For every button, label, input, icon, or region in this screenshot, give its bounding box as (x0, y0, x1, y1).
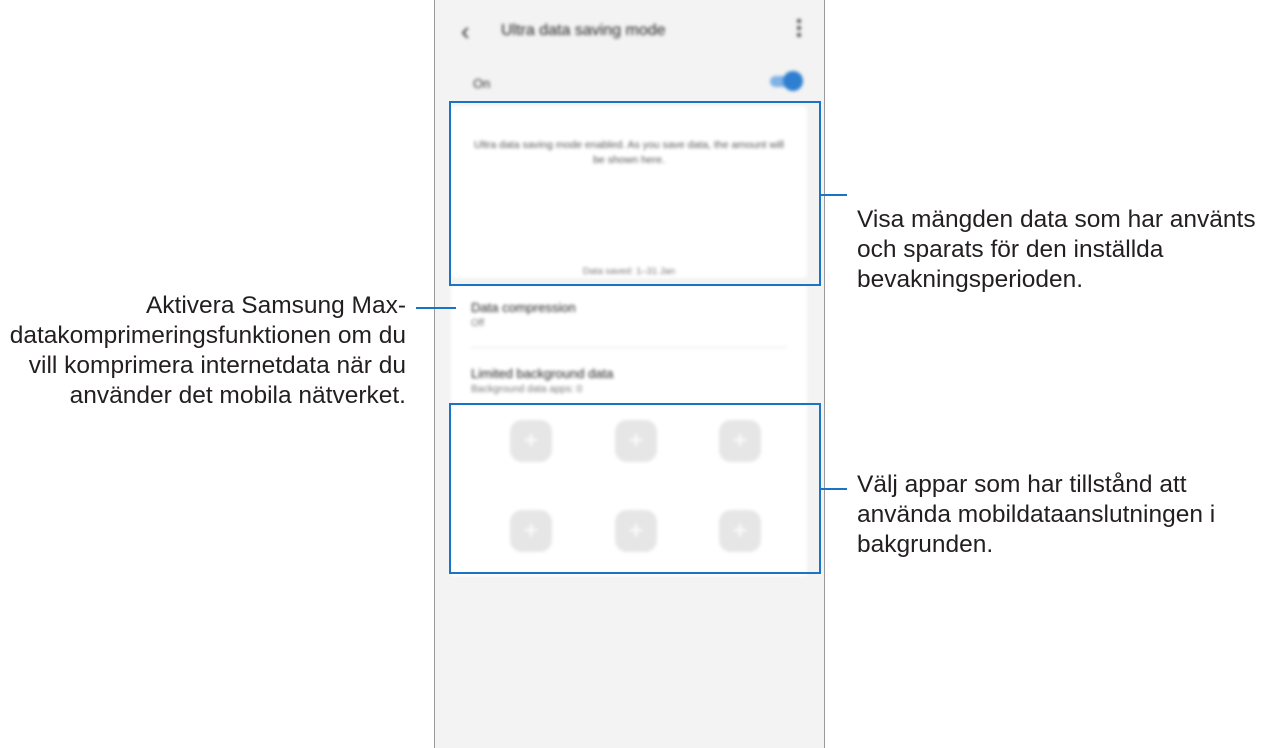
app-bar: ‹ Ultra data saving mode (435, 0, 824, 64)
divider (471, 347, 787, 348)
setting-title: Data compression (471, 300, 576, 315)
leader-line-data (821, 194, 847, 196)
setting-subtitle: Background data apps: 0 (471, 384, 583, 395)
highlight-apps-grid (449, 403, 821, 574)
switch-label: On (473, 76, 491, 91)
callout-compression: Aktivera Samsung Max-datakomprimeringsfu… (9, 292, 406, 409)
highlight-data-card (449, 101, 821, 286)
callout-data-amount: Visa mängden data som har använts och sp… (857, 206, 1256, 293)
ultra-data-saving-toggle[interactable] (770, 70, 803, 92)
setting-subtitle: Off (471, 318, 485, 329)
setting-limited-background-data[interactable]: Limited background data Background data … (451, 352, 807, 410)
master-switch-row[interactable]: On (435, 64, 824, 102)
leader-line-compression (416, 307, 456, 309)
callout-background-apps: Välj appar som har tillstånd att använda… (857, 471, 1216, 558)
page-title: Ultra data saving mode (501, 22, 666, 39)
leader-line-apps (821, 488, 847, 490)
setting-data-compression[interactable]: Data compression Off (451, 286, 807, 344)
more-options-icon[interactable] (796, 19, 802, 41)
setting-title: Limited background data (471, 366, 614, 381)
back-arrow-icon[interactable]: ‹ (461, 16, 470, 46)
settings-list: Data compression Off Limited background … (451, 286, 807, 404)
